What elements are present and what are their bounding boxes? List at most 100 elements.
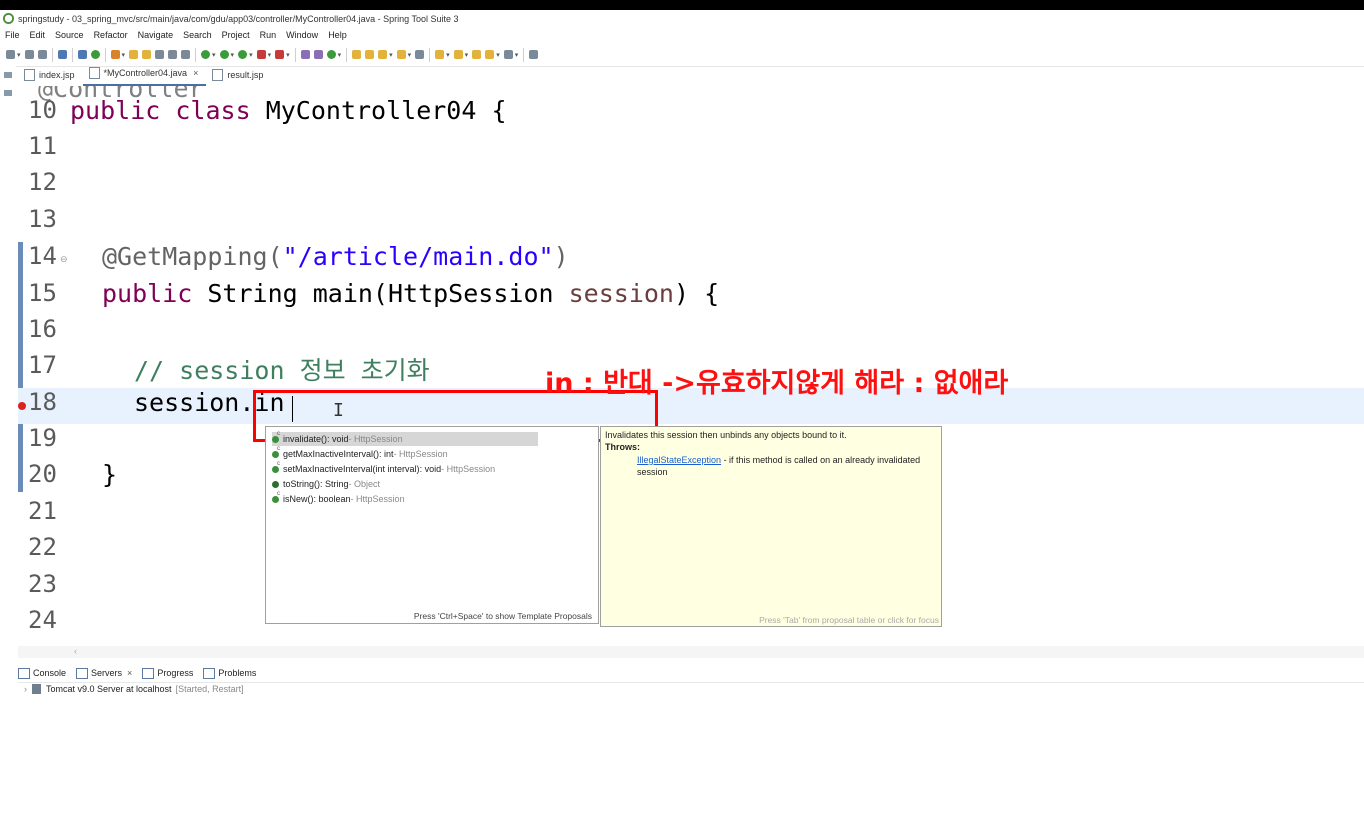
fold-icon[interactable]: ⊖ [60,254,68,265]
save-icon[interactable] [24,50,34,59]
toolbar-separator [294,47,296,62]
save-all-icon[interactable] [37,50,47,59]
server-list-item[interactable]: › Tomcat v9.0 Server at localhost [Start… [24,684,244,694]
dropdown-icon[interactable]: ▾ [122,51,126,59]
previous-annotation-icon[interactable] [453,50,463,59]
tab-console[interactable]: Console [18,667,66,679]
menu-window[interactable]: Window [286,30,318,40]
dropdown-icon[interactable]: ▾ [286,51,290,59]
toolbar-separator [71,47,73,62]
search-icon[interactable] [378,50,388,59]
outline-icon[interactable] [4,90,12,96]
dropdown-icon[interactable]: ▾ [17,51,21,59]
tab-servers[interactable]: Servers × [76,667,132,679]
run-last-tool-icon[interactable] [238,50,248,59]
method-icon [272,431,280,443]
close-icon[interactable]: × [193,68,198,78]
new-package-icon[interactable] [313,50,323,59]
menu-file[interactable]: File [5,30,20,40]
proposal-item[interactable]: setMaxInactiveInterval(int interval) : v… [272,461,495,476]
last-edit-location-icon[interactable] [472,50,482,59]
dropdown-icon[interactable]: ▾ [446,51,450,59]
dropdown-icon[interactable]: ▾ [408,51,412,59]
dropdown-icon[interactable]: ▾ [389,51,393,59]
dropdown-icon[interactable]: ▾ [338,51,342,59]
code-line: 16 [18,315,1364,351]
code-line: 15 public String main(HttpSession sessio… [18,279,1364,315]
line-number: 22 [28,533,57,561]
jsp-file-icon [212,68,224,81]
error-marker-icon[interactable] [18,402,26,410]
method-icon [272,446,280,458]
scroll-left-icon[interactable]: ‹ [74,646,77,656]
dropdown-icon[interactable]: ▾ [515,51,519,59]
toolbar-separator [429,47,431,62]
new-java-project-icon[interactable] [300,50,310,59]
dropdown-icon[interactable]: ▾ [496,51,500,59]
open-console-icon[interactable] [57,50,67,59]
menu-source[interactable]: Source [55,30,84,40]
debug-icon[interactable] [201,50,211,59]
exception-link[interactable]: IllegalStateException [637,455,721,465]
doc-description: Invalidates this session then unbinds an… [605,430,847,440]
tab-label: index.jsp [39,69,75,80]
open-folder-icon[interactable] [396,50,406,59]
new-class-icon[interactable] [326,50,336,59]
menu-navigate[interactable]: Navigate [138,30,174,40]
proposal-item[interactable]: toString() : String - Object [272,477,380,491]
tab-problems[interactable]: Problems [203,667,256,679]
skip-breakpoints-icon[interactable] [77,50,87,59]
tab-index-jsp[interactable]: index.jsp [18,66,83,86]
dropdown-icon[interactable]: ▾ [212,51,216,59]
method-icon [272,480,279,488]
globe-icon[interactable] [415,50,425,59]
content-assist-popup[interactable]: invalidate() : void - HttpSession getMax… [265,426,599,624]
expand-chevron-icon[interactable]: › [24,684,27,694]
refresh-icon[interactable] [110,50,120,59]
menu-refactor[interactable]: Refactor [94,30,128,40]
close-icon[interactable]: × [127,668,132,678]
menu-edit[interactable]: Edit [30,30,46,40]
boot-dashboard-icon[interactable] [90,50,100,59]
proposal-item[interactable]: invalidate() : void - HttpSession [272,431,538,446]
run-icon[interactable] [219,50,229,59]
open-task-icon[interactable] [365,50,375,59]
tab-mycontroller04-java[interactable]: *MyController04.java × [82,64,207,86]
tab-result-jsp[interactable]: result.jsp [206,66,271,86]
proposal-item[interactable]: isNew() : boolean - HttpSession [272,491,405,506]
show-whitespace-icon[interactable] [168,50,178,59]
toggle-mark-occurrences-icon[interactable] [129,50,139,59]
new-icon[interactable] [6,50,15,59]
code-line: 13 [18,205,1364,241]
dropdown-icon[interactable]: ▾ [465,51,469,59]
dropdown-icon[interactable]: ▾ [249,51,253,59]
editor-tabs: index.jsp *MyController04.java × result.… [18,66,1364,86]
stop-icon[interactable] [256,50,266,59]
tab-progress[interactable]: Progress [142,667,193,679]
pilcrow-icon[interactable] [181,50,191,59]
dropdown-icon[interactable]: ▾ [231,51,235,59]
menu-project[interactable]: Project [222,30,250,40]
javadoc-hover[interactable]: Invalidates this session then unbinds an… [600,426,942,627]
menu-help[interactable]: Help [328,30,347,40]
pin-editor-icon[interactable] [529,50,539,59]
menu-run[interactable]: Run [260,30,277,40]
back-icon[interactable] [485,50,495,59]
proposal-item[interactable]: getMaxInactiveInterval() : int - HttpSes… [272,446,448,461]
line-number: 12 [28,168,57,196]
dropdown-icon[interactable]: ▾ [268,51,272,59]
block-selection-icon[interactable] [155,50,165,59]
problems-icon [203,667,216,679]
coverage-icon[interactable] [275,50,285,59]
window-title: springstudy - 03_spring_mvc/src/main/jav… [18,13,459,24]
code-text: } [102,460,118,489]
highlight-icon[interactable] [142,50,152,59]
horizontal-scrollbar[interactable]: ‹ [18,646,1364,658]
next-annotation-icon[interactable] [435,50,445,59]
forward-icon[interactable] [503,50,513,59]
console-icon [18,667,30,679]
open-type-icon[interactable] [352,50,362,59]
package-explorer-icon[interactable] [4,72,12,78]
doc-exception: IllegalStateException - if this method i… [637,455,921,477]
menu-search[interactable]: Search [183,30,212,40]
